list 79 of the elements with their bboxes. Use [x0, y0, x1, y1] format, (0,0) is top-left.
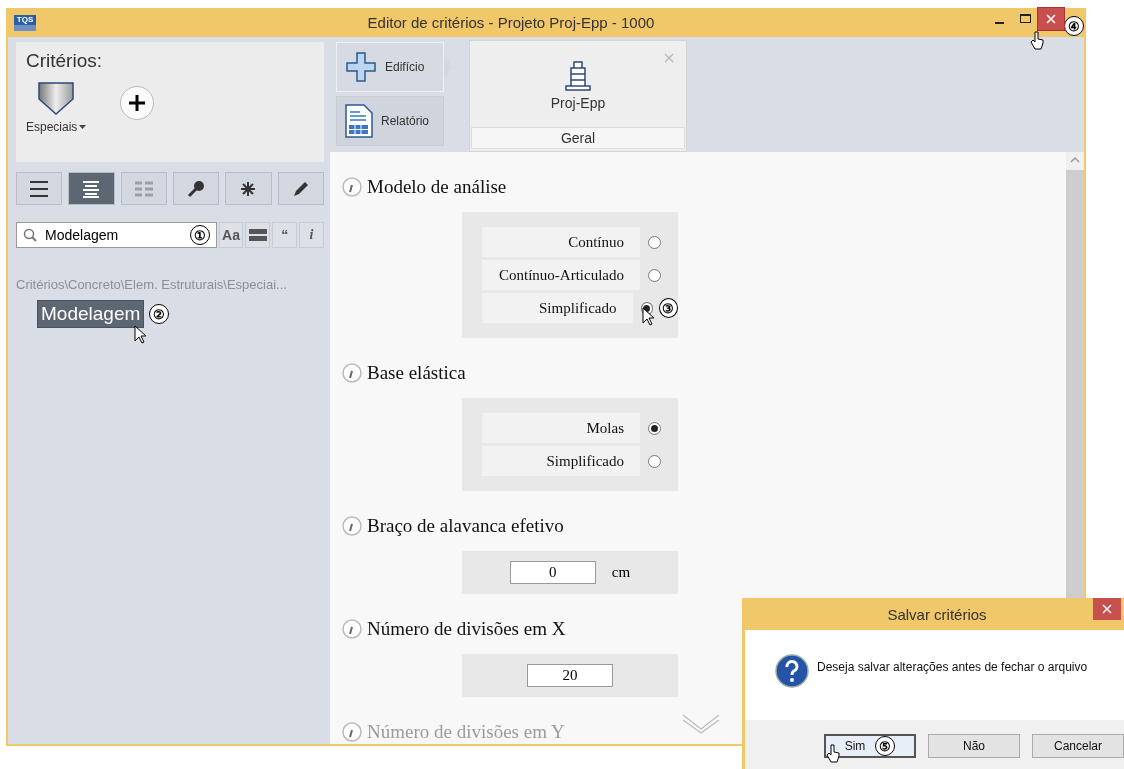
info-icon[interactable] — [342, 516, 362, 536]
radio-button[interactable] — [648, 235, 661, 249]
search-option-button[interactable]: “ — [272, 222, 298, 248]
search-option-button[interactable]: i — [299, 222, 324, 248]
section-title: Número de divisões em X — [367, 618, 566, 640]
dialog-button[interactable]: Não — [928, 734, 1020, 758]
section-title: Base elástica — [367, 362, 466, 384]
radio-button[interactable] — [648, 268, 661, 282]
app-logo: TQS — [14, 14, 36, 31]
lines-icon — [81, 179, 102, 198]
close-button[interactable] — [1038, 8, 1064, 30]
dialog-message: Deseja salvar alterações antes de fechar o arquivo — [817, 660, 1088, 674]
radio-button[interactable] — [648, 421, 661, 435]
option-label: Simplificado — [482, 446, 640, 476]
info-icon[interactable] — [342, 722, 362, 742]
number-field[interactable]: 0 — [509, 561, 596, 584]
tab-subtitle: Geral — [471, 127, 685, 149]
callout-number: ④ — [1064, 16, 1084, 36]
search-option-button[interactable] — [245, 222, 271, 248]
menu-icon — [29, 179, 50, 198]
cursor-icon — [134, 325, 148, 345]
close-button[interactable] — [1093, 598, 1121, 620]
grid-icon — [133, 180, 154, 197]
nav-button[interactable]: Edifício — [336, 42, 444, 92]
cursor-icon — [1030, 31, 1044, 51]
search-icon — [23, 228, 37, 242]
view-button[interactable] — [68, 172, 115, 205]
pointer-arrow — [444, 56, 453, 78]
document-icon — [345, 104, 373, 138]
nav-button[interactable]: Relatório — [336, 96, 444, 146]
pencil-icon — [291, 179, 310, 198]
key-icon — [187, 179, 206, 198]
section-title: Braço de alavanca efetivo — [367, 515, 564, 537]
callout-number: ⑤ — [875, 736, 896, 756]
number-field[interactable]: 20 — [527, 664, 613, 687]
section-title: Modelo de análise — [367, 176, 507, 198]
category-dropdown[interactable]: Especiais — [26, 82, 87, 134]
project-tab[interactable]: Proj-Epp Geral — [469, 40, 687, 152]
building-icon — [565, 61, 591, 91]
tab-title: Proj-Epp — [550, 95, 606, 111]
plus-icon — [345, 51, 377, 83]
bars-icon — [248, 229, 267, 241]
breadcrumb: Critérios\Concreto\Elem. Estruturais\Especiai... — [16, 277, 288, 292]
callout-number: ③ — [658, 298, 678, 318]
dialog-button[interactable]: Cancelar — [1032, 734, 1124, 758]
question-icon — [775, 654, 809, 688]
window-title: Editor de critérios - Projeto Proj-Epp - 1000 — [366, 14, 656, 31]
option-label: Molas — [482, 413, 640, 443]
callout-number: ② — [149, 304, 170, 324]
cursor-icon — [826, 744, 840, 764]
search-field[interactable]: Modelagem ① — [16, 222, 217, 248]
maximize-icon — [1019, 14, 1031, 24]
dialog-title: Salvar critérios — [887, 605, 987, 623]
info-icon[interactable] — [342, 363, 362, 383]
hopper-icon — [38, 82, 75, 116]
minimize-icon — [994, 22, 1004, 24]
info-icon[interactable] — [342, 619, 362, 639]
view-button[interactable] — [225, 172, 272, 205]
view-button[interactable] — [173, 172, 220, 205]
cursor-icon — [641, 306, 656, 327]
panel-heading: Critérios: — [26, 50, 103, 72]
tree-item[interactable]: Modelagem — [38, 301, 144, 327]
search-option-button[interactable]: Aa — [218, 222, 244, 248]
section-title: Número de divisões em Y — [367, 721, 565, 743]
unit-label: cm — [611, 564, 631, 581]
view-button[interactable] — [277, 172, 324, 205]
plus-icon — [128, 94, 147, 112]
close-icon — [1102, 604, 1112, 614]
caret-icon — [79, 125, 87, 129]
option-label: Contínuo-Articulado — [482, 260, 640, 290]
option-label: Contínuo — [482, 227, 640, 257]
view-button[interactable] — [16, 172, 63, 205]
option-label: Simplificado — [482, 293, 633, 323]
radio-button[interactable] — [648, 454, 661, 468]
add-button[interactable] — [120, 86, 155, 120]
callout-number: ① — [189, 225, 210, 245]
info-icon[interactable] — [342, 177, 362, 197]
close-icon — [1046, 14, 1056, 24]
asterisk-icon — [241, 181, 256, 196]
